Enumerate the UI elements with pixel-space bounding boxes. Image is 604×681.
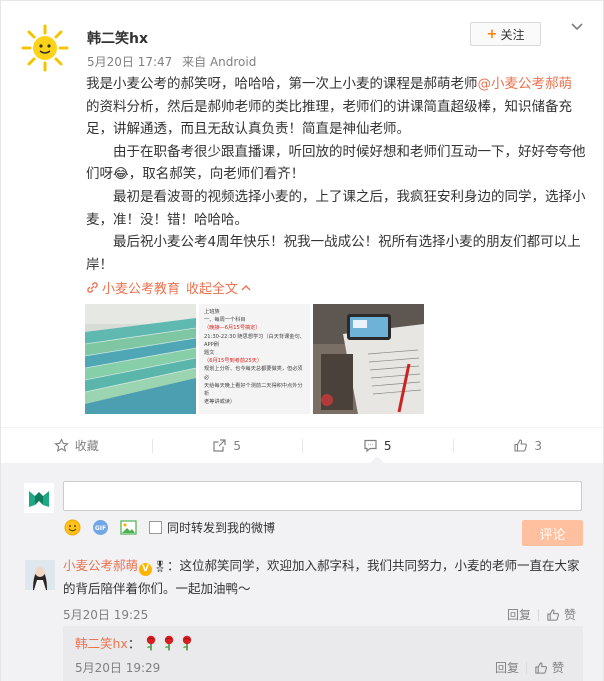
schedule-line: 21:30-22:30 随思想学习（白天背课金句、APP刷 [204, 333, 305, 348]
chevron-down-icon[interactable] [569, 19, 585, 35]
like-comment-button[interactable]: 赞 [564, 606, 576, 623]
post-source: 来自 Android [182, 55, 257, 69]
collapse-text-link[interactable]: 收起全文 [186, 278, 238, 297]
comment-count: 5 [383, 438, 392, 453]
reply-box: 韩二笑hx： 5月20日 19:29 回复 赞 [63, 626, 583, 681]
image-icon[interactable] [119, 518, 137, 536]
post-image-schedule[interactable]: 上班族 一、每周一个科目 （晚接—6月15号搞定） 21:30-22:30 随思… [199, 304, 310, 414]
star-icon [53, 438, 69, 452]
fan-badge-icon: 🎖 [153, 560, 167, 573]
like-count: 3 [534, 438, 543, 453]
post-paragraph: 最后祝小麦公考4周年快乐！祝我一战成公！祝所有选择小麦的朋友们都可以上岸！ [86, 234, 581, 273]
mention-link[interactable]: @小麦公考郝萌 [478, 76, 573, 92]
reply-button[interactable]: 回复 [507, 606, 531, 623]
share-icon [213, 439, 227, 452]
post-image-books[interactable] [85, 304, 196, 414]
link-icon [87, 282, 98, 293]
thumbs-up-icon[interactable] [546, 608, 560, 622]
like-button[interactable]: 3 [452, 428, 604, 464]
follow-label: 关注 [500, 27, 525, 42]
thumbs-up-icon [514, 439, 528, 452]
schedule-line: 老等讲或读） [204, 399, 236, 406]
commenter-avatar[interactable] [25, 560, 55, 590]
post-paragraph: 最初是看波哥的视频选择小麦的，上了课之后，我疯狂安利身边的同学，选择小麦，准！没… [86, 188, 586, 228]
submit-comment-button[interactable]: 评论 [522, 520, 583, 546]
schedule-note: 上班族 一、每周一个科目 （晚接—6月15号搞定） 21:30-22:30 随思… [204, 308, 306, 406]
comment-time: 5月20日 19:25 [63, 608, 149, 622]
post-image-desk[interactable] [313, 304, 424, 414]
comment-section: GIF 同时转发到我的微博 评论 小麦公考郝萌 V 🎖：这位郝笑同学，欢迎加入郝字科… [1, 463, 603, 681]
reply-username[interactable]: 韩二笑hx [75, 633, 128, 652]
comment-caret [370, 456, 384, 463]
schedule-line: 题文 [204, 350, 215, 357]
my-avatar[interactable] [24, 483, 54, 513]
plus-icon: + [486, 26, 498, 42]
comment-icon [364, 439, 377, 453]
sun-avatar[interactable] [20, 23, 70, 73]
schedule-line: 上班族 [204, 309, 220, 315]
chevron-up-icon [241, 285, 251, 291]
divider [526, 661, 528, 674]
reply-actions: 回复 赞 [495, 659, 564, 676]
source-link[interactable]: 小麦公考教育 [102, 278, 180, 297]
post-paragraph: 由于在职备考很少跟直播课，听回放的时候好想和老师们互动一下，好好夸夸他们呀😂，取… [86, 143, 586, 183]
rose-icon [183, 635, 192, 650]
post-text: 我是小麦公考的郝笑呀，哈哈哈，第一次上小麦的课程是郝萌老师@小麦公考郝萌 的资料… [86, 73, 586, 276]
post-links: 小麦公考教育 收起全文 [86, 278, 251, 297]
also-repost-label: 同时转发到我的微博 [167, 520, 276, 535]
repost-count: 5 [233, 438, 242, 453]
comment-text: 小麦公考郝萌 V 🎖：这位郝笑同学，欢迎加入郝字科，我们共同努力，小麦的老师一直在大… [63, 555, 583, 600]
comment-actions: 回复 赞 [507, 606, 576, 623]
comment-username[interactable]: 小麦公考郝萌 [63, 558, 138, 573]
emoji-icon[interactable] [63, 518, 81, 536]
gif-icon[interactable]: GIF [91, 518, 109, 536]
reply-time: 5月20日 19:29 [75, 661, 161, 675]
favorite-label: 收藏 [74, 439, 99, 453]
divider [538, 608, 540, 621]
thumbs-up-icon[interactable] [534, 661, 548, 675]
also-repost-checkbox[interactable] [149, 520, 162, 534]
verified-badge-icon: V [139, 563, 153, 576]
schedule-line: 一、每周一个科目 [204, 317, 246, 324]
reply-colon: ： [127, 636, 141, 651]
repost-button[interactable]: 5 [151, 428, 303, 464]
reply-text: 韩二笑hx： [75, 633, 194, 652]
schedule-line: （晚接—6月15号搞定） [204, 325, 261, 332]
schedule-line: （6月15号到考前25天） [204, 358, 263, 365]
schedule-line: 规划上分析、也今每天总都要做类，但必须必 [204, 366, 303, 381]
weibo-post-card: 韩二笑hx 5月20日 17:47 来自 Android + 关注 我是小麦公考… [0, 0, 604, 681]
post-meta: 5月20日 17:47 来自 Android [87, 53, 262, 70]
follow-button[interactable]: + 关注 [470, 22, 541, 46]
schedule-line: 天给每天晚上看好个测前二天得积中点外分析 [204, 382, 303, 398]
like-reply-button[interactable]: 赞 [552, 659, 564, 676]
favorite-button[interactable]: 收藏 [1, 428, 152, 464]
compose-toolbar: GIF 同时转发到我的微博 [63, 518, 275, 536]
rose-icon [165, 635, 174, 650]
comment-input[interactable] [63, 481, 582, 511]
rose-icon [147, 635, 156, 650]
svg-text:GIF: GIF [94, 525, 105, 532]
action-bar: 收藏 5 5 3 [1, 427, 603, 463]
post-date[interactable]: 5月20日 17:47 [87, 55, 172, 69]
reply-button[interactable]: 回复 [495, 659, 519, 676]
post-username[interactable]: 韩二笑hx [87, 28, 148, 48]
post-paragraph: 我是小麦公考的郝笑呀，哈哈哈，第一次上小麦的课程是郝萌老师@小麦公考郝萌 的资料… [86, 76, 573, 138]
